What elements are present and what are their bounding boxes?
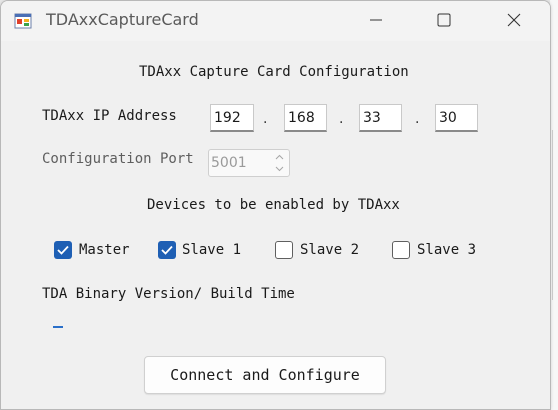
connect-configure-button[interactable]: Connect and Configure [144, 356, 386, 394]
slave-1-checkbox[interactable] [158, 241, 176, 259]
close-icon [507, 13, 521, 27]
slave-3-checkbox[interactable] [392, 241, 410, 259]
ip-separator: . [263, 111, 268, 127]
build-info-placeholder-mark [53, 326, 63, 328]
config-port-value[interactable]: 5001 [211, 155, 247, 171]
ip-separator: . [339, 111, 344, 127]
ip-octet-4-input[interactable]: 30 [435, 104, 478, 132]
ip-octet-2-input[interactable]: 168 [284, 104, 327, 132]
build-info-label: TDA Binary Version/ Build Time [42, 286, 295, 302]
config-port-spinner[interactable]: 5001 [208, 149, 290, 177]
ip-separator: . [415, 111, 420, 127]
ip-address-label: TDAxx IP Address [42, 108, 177, 124]
ip-octet-3-input[interactable]: 33 [359, 104, 402, 132]
minimize-button[interactable] [353, 1, 399, 39]
slave-2-checkbox[interactable] [275, 241, 293, 259]
checkmark-icon [161, 245, 173, 255]
title-bar[interactable]: TDAxxCaptureCard [1, 1, 550, 41]
background-edge [552, 130, 558, 300]
form-heading: TDAxx Capture Card Configuration [139, 64, 409, 80]
minimize-icon [370, 19, 382, 21]
config-port-label: Configuration Port [42, 151, 194, 167]
spinner-down-button[interactable] [271, 163, 287, 175]
slave-1-label[interactable]: Slave 1 [182, 242, 241, 258]
maximize-button[interactable] [421, 1, 467, 39]
window-title: TDAxxCaptureCard [46, 10, 199, 29]
chevron-down-icon [275, 166, 283, 172]
chevron-up-icon [275, 154, 283, 160]
checkmark-icon [57, 245, 69, 255]
slave-2-label[interactable]: Slave 2 [300, 242, 359, 258]
app-window-icon [14, 12, 32, 30]
close-button[interactable] [491, 1, 537, 39]
devices-heading: Devices to be enabled by TDAxx [147, 197, 400, 213]
app-window: TDAxxCaptureCard TDAxx Capture Card Conf… [0, 0, 551, 410]
spinner-up-button[interactable] [271, 151, 287, 163]
maximize-icon [437, 13, 451, 27]
master-checkbox[interactable] [54, 241, 72, 259]
ip-octet-1-input[interactable]: 192 [210, 104, 254, 132]
slave-3-label[interactable]: Slave 3 [417, 242, 476, 258]
master-label[interactable]: Master [79, 242, 130, 258]
